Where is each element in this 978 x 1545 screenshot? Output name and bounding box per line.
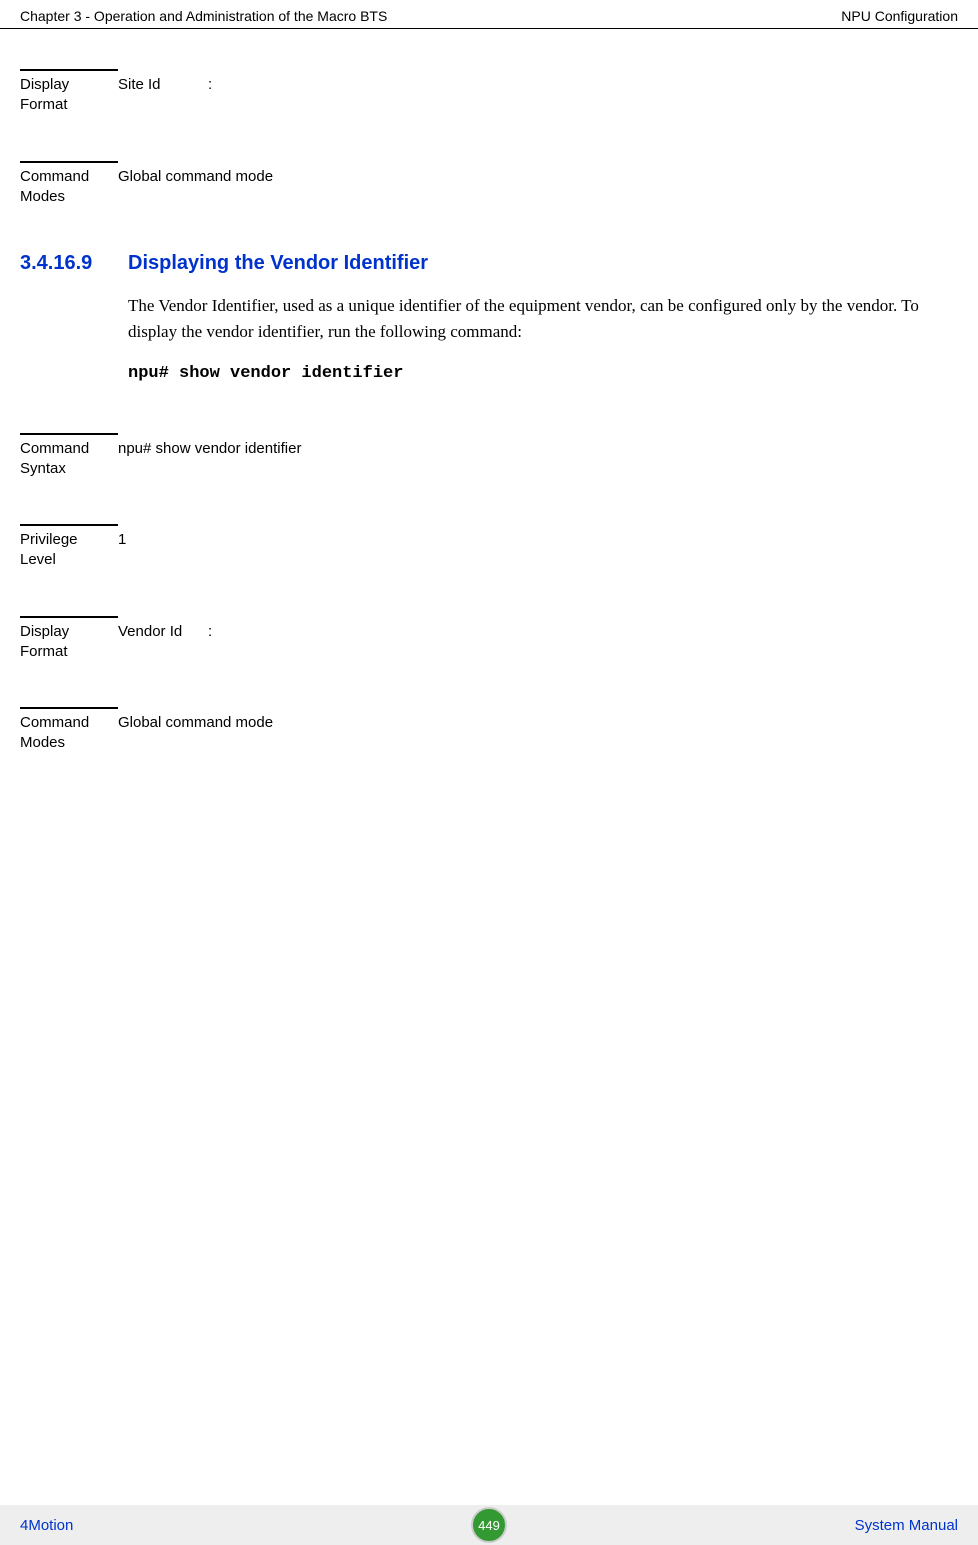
info-label: Display Format <box>20 622 118 663</box>
info-label: Privilege Level <box>20 530 118 571</box>
info-value: 1 <box>118 530 958 548</box>
page-number-badge: 449 <box>471 1507 507 1543</box>
page-content: Display Format Site Id : Command Modes G… <box>0 29 978 754</box>
section-title: Displaying the Vendor Identifier <box>128 252 428 275</box>
rule <box>20 433 118 435</box>
info-label: Command Modes <box>20 167 118 208</box>
info-value: Global command mode <box>118 167 958 185</box>
rule <box>20 161 118 163</box>
section-command: npu# show vendor identifier <box>128 364 958 383</box>
display-format-block-1: Display Format Site Id : <box>20 69 958 116</box>
display-format-sep: : <box>208 623 228 640</box>
footer-left: 4Motion <box>20 1517 73 1534</box>
info-label: Command Modes <box>20 713 118 754</box>
rule <box>20 69 118 71</box>
display-format-key: Site Id <box>118 76 208 93</box>
command-modes-block-2: Command Modes Global command mode <box>20 707 958 754</box>
display-format-key: Vendor Id <box>118 623 208 640</box>
command-syntax-block: Command Syntax npu# show vendor identifi… <box>20 433 958 480</box>
page-footer: 4Motion 449 System Manual <box>0 1505 978 1545</box>
rule <box>20 524 118 526</box>
rule <box>20 616 118 618</box>
section-body: The Vendor Identifier, used as a unique … <box>128 293 958 346</box>
header-right: NPU Configuration <box>841 8 958 24</box>
display-format-row: Site Id : <box>118 76 958 93</box>
display-format-row: Vendor Id : <box>118 623 958 640</box>
footer-right: System Manual <box>855 1517 958 1534</box>
display-format-sep: : <box>208 76 228 93</box>
info-label: Command Syntax <box>20 439 118 480</box>
page-header: Chapter 3 - Operation and Administration… <box>0 0 978 29</box>
section-number: 3.4.16.9 <box>20 252 128 275</box>
info-value: Global command mode <box>118 713 958 731</box>
header-left: Chapter 3 - Operation and Administration… <box>20 8 387 24</box>
privilege-level-block: Privilege Level 1 <box>20 524 958 571</box>
page-number: 449 <box>478 1518 500 1533</box>
info-label: Display Format <box>20 75 118 116</box>
info-value: npu# show vendor identifier <box>118 439 958 457</box>
section-heading: 3.4.16.9 Displaying the Vendor Identifie… <box>20 252 958 275</box>
display-format-block-2: Display Format Vendor Id : <box>20 616 958 663</box>
command-modes-block-1: Command Modes Global command mode <box>20 161 958 208</box>
rule <box>20 707 118 709</box>
